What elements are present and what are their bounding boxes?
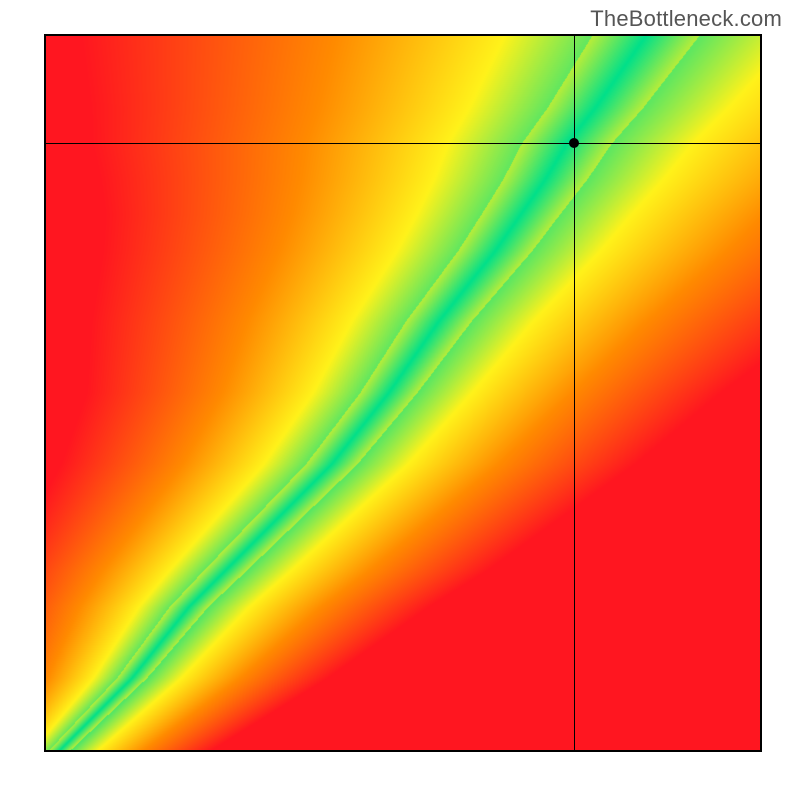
heatmap-plot <box>44 34 762 752</box>
watermark-text: TheBottleneck.com <box>590 6 782 32</box>
data-point-marker <box>569 138 579 148</box>
crosshair-horizontal <box>46 143 760 144</box>
